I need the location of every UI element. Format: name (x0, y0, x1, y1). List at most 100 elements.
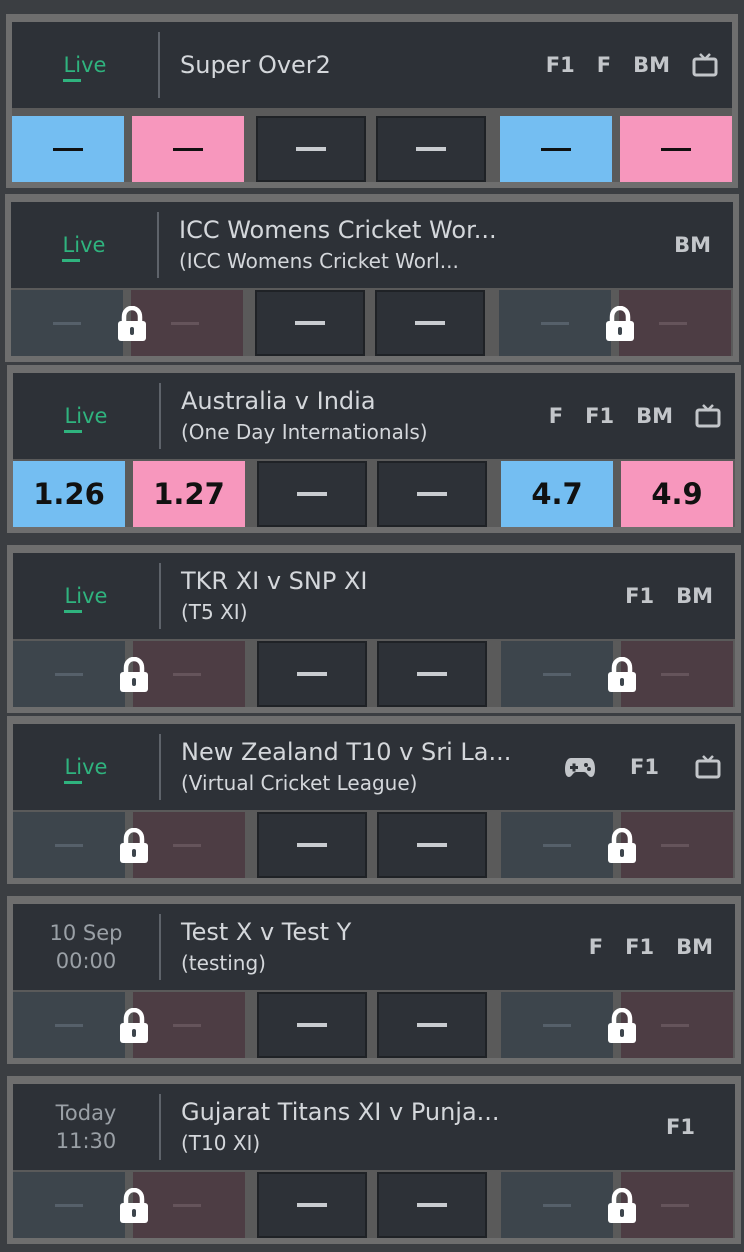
suspended-dash (53, 322, 81, 325)
suspended-dash (543, 1204, 571, 1207)
market-badge-bm: BM (676, 935, 713, 959)
event-titles: Australia v India (One Day Internationals… (161, 386, 527, 447)
event-title[interactable]: New Zealand T10 v Sri La... (181, 737, 542, 768)
no-odds-dash (297, 492, 327, 496)
lock-icon (605, 656, 639, 697)
event-header[interactable]: Live New Zealand T10 v Sri La... (Virtual … (13, 724, 735, 810)
tv-icon[interactable] (695, 754, 721, 780)
event-header[interactable]: Today 11:30 Gujarat Titans XI v Punja... (T… (13, 1084, 735, 1170)
no-odds-dash (416, 147, 446, 151)
draw-odds-cell[interactable] (375, 290, 485, 356)
event-card[interactable]: Live Australia v India (One Day Internatio… (7, 365, 741, 533)
back-odds-cell (11, 290, 123, 356)
odds-row: 1.26 1.27 4.7 4.9 (13, 461, 735, 527)
lay-odds-cell[interactable]: 4.9 (621, 461, 733, 527)
market-badge-bm: BM (636, 404, 673, 428)
suspended-dash (661, 1204, 689, 1207)
market-badge-bm: BM (633, 53, 670, 77)
suspended-dash (173, 844, 201, 847)
no-odds-dash (417, 492, 447, 496)
event-card[interactable]: Live TKR XI v SNP XI (T5 XI) F1 BM (7, 545, 741, 713)
back-odds-cell[interactable]: 1.26 (13, 461, 125, 527)
draw-odds-cell[interactable] (376, 116, 486, 182)
tv-icon[interactable] (695, 403, 721, 429)
event-status: Live (13, 383, 161, 449)
lay-odds-cell[interactable] (620, 116, 732, 182)
event-card-inner: 10 Sep 00:00 Test X v Test Y (testing) F F1 BM (13, 904, 735, 1058)
back-odds-cell (501, 641, 613, 707)
market-badge-f: F (596, 53, 612, 77)
back-odds-cell[interactable]: 4.7 (501, 461, 613, 527)
odds-value: 4.9 (651, 477, 703, 511)
draw-odds-cell[interactable] (257, 1172, 367, 1238)
no-odds-dash (417, 843, 447, 847)
back-odds-cell (499, 290, 611, 356)
event-title[interactable]: ICC Womens Cricket Wor... (179, 215, 652, 246)
lay-odds-cell[interactable] (132, 116, 244, 182)
back-odds-cell (13, 1172, 125, 1238)
event-title[interactable]: TKR XI v SNP XI (181, 566, 603, 597)
event-card-inner: Live ICC Womens Cricket Wor... (ICC Womens… (11, 202, 733, 356)
event-time: 00:00 (55, 949, 117, 973)
draw-odds-cell[interactable] (377, 641, 487, 707)
event-titles: TKR XI v SNP XI (T5 XI) (161, 566, 603, 627)
market-badges: F F1 BM (527, 403, 735, 429)
event-header[interactable]: Live Super Over2 F1 F BM (12, 22, 732, 108)
live-indicator: Live (63, 755, 108, 784)
draw-odds-cell[interactable] (255, 290, 365, 356)
event-time: 11:30 (55, 1129, 117, 1153)
event-status: Live (12, 32, 160, 98)
draw-odds-cell[interactable] (256, 116, 366, 182)
market-badges: F1 BM (603, 584, 735, 608)
lay-odds-cell[interactable]: 1.27 (133, 461, 245, 527)
event-header[interactable]: Live Australia v India (One Day Internatio… (13, 373, 735, 459)
no-odds-dash (296, 147, 326, 151)
event-title[interactable]: Australia v India (181, 386, 527, 417)
event-card[interactable]: Live ICC Womens Cricket Wor... (ICC Womens… (5, 194, 739, 362)
event-card[interactable]: Live Super Over2 F1 F BM (6, 14, 738, 188)
suspended-dash (55, 844, 83, 847)
event-title[interactable]: Test X v Test Y (181, 917, 567, 948)
event-title[interactable]: Super Over2 (180, 50, 524, 81)
draw-odds-cell[interactable] (257, 992, 367, 1058)
back-odds-cell (13, 992, 125, 1058)
draw-odds-cell[interactable] (377, 461, 487, 527)
no-odds-dash (417, 1203, 447, 1207)
event-titles: ICC Womens Cricket Wor... (ICC Womens Cri… (159, 215, 652, 276)
odds-row (12, 116, 732, 182)
suspended-dash (543, 1024, 571, 1027)
back-odds-cell[interactable] (500, 116, 612, 182)
event-header[interactable]: Live TKR XI v SNP XI (T5 XI) F1 BM (13, 553, 735, 639)
event-title[interactable]: Gujarat Titans XI v Punja... (181, 1097, 644, 1128)
draw-odds-cell[interactable] (257, 812, 367, 878)
event-card-inner: Live TKR XI v SNP XI (T5 XI) F1 BM (13, 553, 735, 707)
event-competition: (testing) (181, 950, 266, 975)
lock-icon (117, 656, 151, 697)
no-odds-dash (417, 1023, 447, 1027)
market-badges: BM (652, 233, 733, 257)
event-header[interactable]: 10 Sep 00:00 Test X v Test Y (testing) F F1 BM (13, 904, 735, 990)
market-badge-bm: BM (676, 584, 713, 608)
event-header[interactable]: Live ICC Womens Cricket Wor... (ICC Womens… (11, 202, 733, 288)
suspended-dash (661, 1024, 689, 1027)
lock-icon (117, 1007, 151, 1048)
odds-row (13, 641, 735, 707)
no-odds-dash (297, 1203, 327, 1207)
event-card[interactable]: Today 11:30 Gujarat Titans XI v Punja... (T… (7, 1076, 741, 1244)
event-card[interactable]: 10 Sep 00:00 Test X v Test Y (testing) F F1 BM (7, 896, 741, 1064)
event-status: Live (13, 563, 161, 629)
draw-odds-cell[interactable] (257, 641, 367, 707)
event-card[interactable]: Live New Zealand T10 v Sri La... (Virtual … (7, 716, 741, 884)
draw-odds-cell[interactable] (377, 992, 487, 1058)
draw-odds-cell[interactable] (377, 1172, 487, 1238)
back-odds-cell (501, 812, 613, 878)
draw-odds-cell[interactable] (377, 812, 487, 878)
tv-icon[interactable] (692, 52, 718, 78)
back-odds-cell[interactable] (12, 116, 124, 182)
market-badges: F1 (542, 754, 735, 780)
draw-odds-cell[interactable] (257, 461, 367, 527)
event-status: Today 11:30 (13, 1094, 161, 1160)
no-odds-dash (415, 321, 445, 325)
odds-row (13, 1172, 735, 1238)
event-titles: Gujarat Titans XI v Punja... (T10 XI) (161, 1097, 644, 1158)
